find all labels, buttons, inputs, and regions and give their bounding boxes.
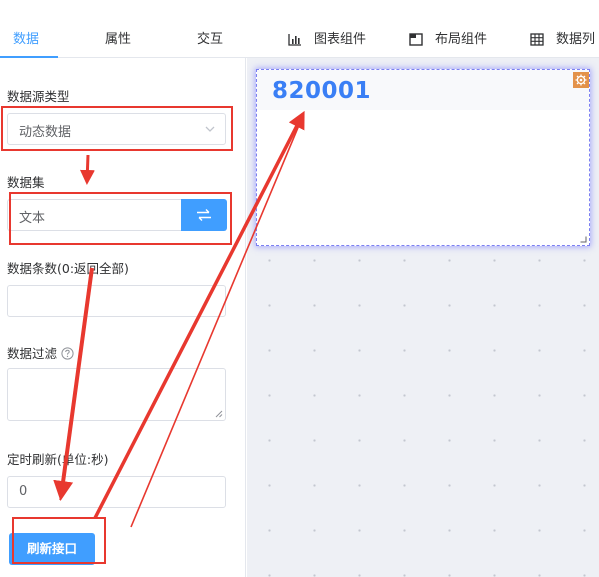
data-columns-button[interactable]: 数据列: [530, 30, 599, 50]
swap-arrows-icon: [197, 209, 211, 221]
dataset-input[interactable]: 文本: [7, 199, 182, 231]
widget-settings-button[interactable]: [573, 72, 589, 88]
row-count-input[interactable]: [7, 285, 226, 317]
timer-input[interactable]: 0: [7, 476, 226, 508]
timer-label: 定时刷新(单位:秒): [7, 452, 109, 467]
bar-chart-icon: [288, 34, 301, 46]
source-type-label: 数据源类型: [7, 89, 70, 104]
dataset-value: 文本: [19, 211, 46, 226]
layout-components-label: 布局组件: [435, 32, 488, 47]
widget-value: 820001: [272, 78, 372, 104]
timer-value: 0: [19, 484, 28, 499]
gear-icon: [575, 74, 587, 86]
filter-textarea[interactable]: [7, 368, 226, 421]
tab-properties[interactable]: 属性: [105, 30, 131, 50]
chart-components-label: 图表组件: [314, 32, 367, 47]
config-panel: 数据源类型 动态数据 数据集 文本 数据条数(0:返回全部) 数据过滤 定时刷新…: [0, 58, 246, 577]
dataset-label: 数据集: [7, 175, 45, 190]
row-count-label: 数据条数(0:返回全部): [7, 261, 129, 276]
source-type-select[interactable]: 动态数据: [7, 113, 226, 145]
top-bar: 数据 属性 交互 图表组件 布局组件 数据列: [0, 0, 599, 58]
widget-resize-handle-icon[interactable]: [580, 236, 587, 243]
tab-interaction[interactable]: 交互: [197, 30, 223, 50]
data-columns-label: 数据列: [556, 32, 596, 47]
number-widget[interactable]: 820001: [256, 69, 590, 246]
chart-components-button[interactable]: 图表组件: [288, 30, 378, 50]
refresh-api-button[interactable]: 刷新接口: [9, 533, 95, 565]
dataset-switch-button[interactable]: [181, 199, 227, 231]
filter-label-row: 数据过滤: [7, 343, 74, 362]
source-type-value: 动态数据: [19, 125, 72, 140]
resize-grip-icon[interactable]: [215, 410, 223, 418]
tab-data[interactable]: 数据: [13, 30, 39, 50]
layout-icon: [409, 33, 423, 46]
filter-label: 数据过滤: [7, 346, 58, 361]
table-grid-icon: [530, 33, 544, 46]
layout-components-button[interactable]: 布局组件: [409, 30, 499, 50]
chevron-down-icon: [205, 126, 215, 132]
help-icon[interactable]: [61, 347, 74, 360]
